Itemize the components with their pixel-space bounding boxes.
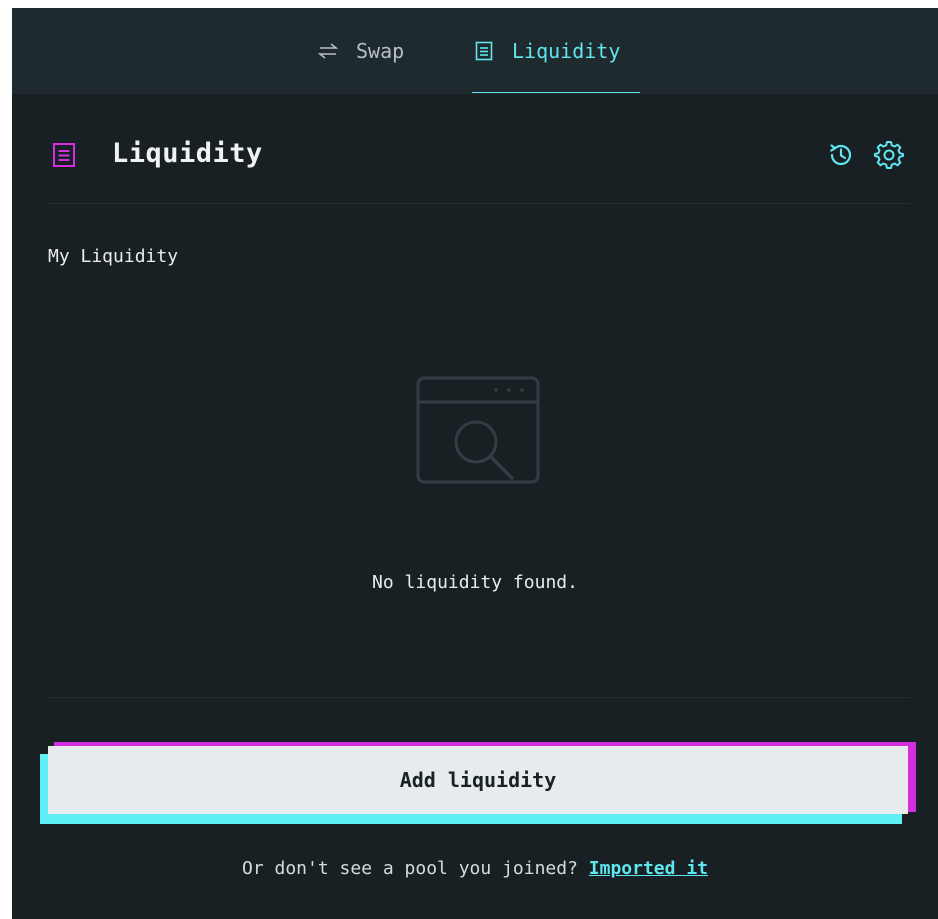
add-liquidity-button-wrapper: Add liquidity [40, 742, 916, 824]
swap-arrows-icon [316, 39, 340, 63]
active-tab-indicator [472, 92, 640, 93]
liquidity-icon [52, 142, 76, 168]
tab-liquidity[interactable]: Liquidity [472, 8, 640, 94]
content-divider [48, 697, 910, 698]
tab-swap-label: Swap [356, 39, 405, 63]
liquidity-icon [472, 39, 496, 63]
gear-icon[interactable] [872, 138, 906, 172]
empty-state-message: No liquidity found. [372, 572, 578, 593]
section-title: My Liquidity [48, 246, 179, 267]
import-pool-prompt: Or don't see a pool you joined? Imported… [12, 858, 938, 879]
page-title: Liquidity [112, 138, 263, 169]
tab-bar: Swap Liquidity [12, 8, 938, 94]
liquidity-panel: Swap Liquidity Liquidity My Liquidity No… [12, 8, 938, 919]
tab-swap[interactable]: Swap [316, 8, 404, 94]
history-icon[interactable] [824, 138, 858, 172]
import-pool-link[interactable]: Imported it [589, 858, 708, 879]
panel-header: Liquidity [48, 136, 910, 176]
header-divider [48, 203, 910, 204]
tab-liquidity-label: Liquidity [512, 39, 621, 63]
empty-search-window-icon [414, 372, 544, 502]
import-pool-text: Or don't see a pool you joined? [241, 858, 578, 879]
add-liquidity-button[interactable]: Add liquidity [48, 746, 908, 814]
